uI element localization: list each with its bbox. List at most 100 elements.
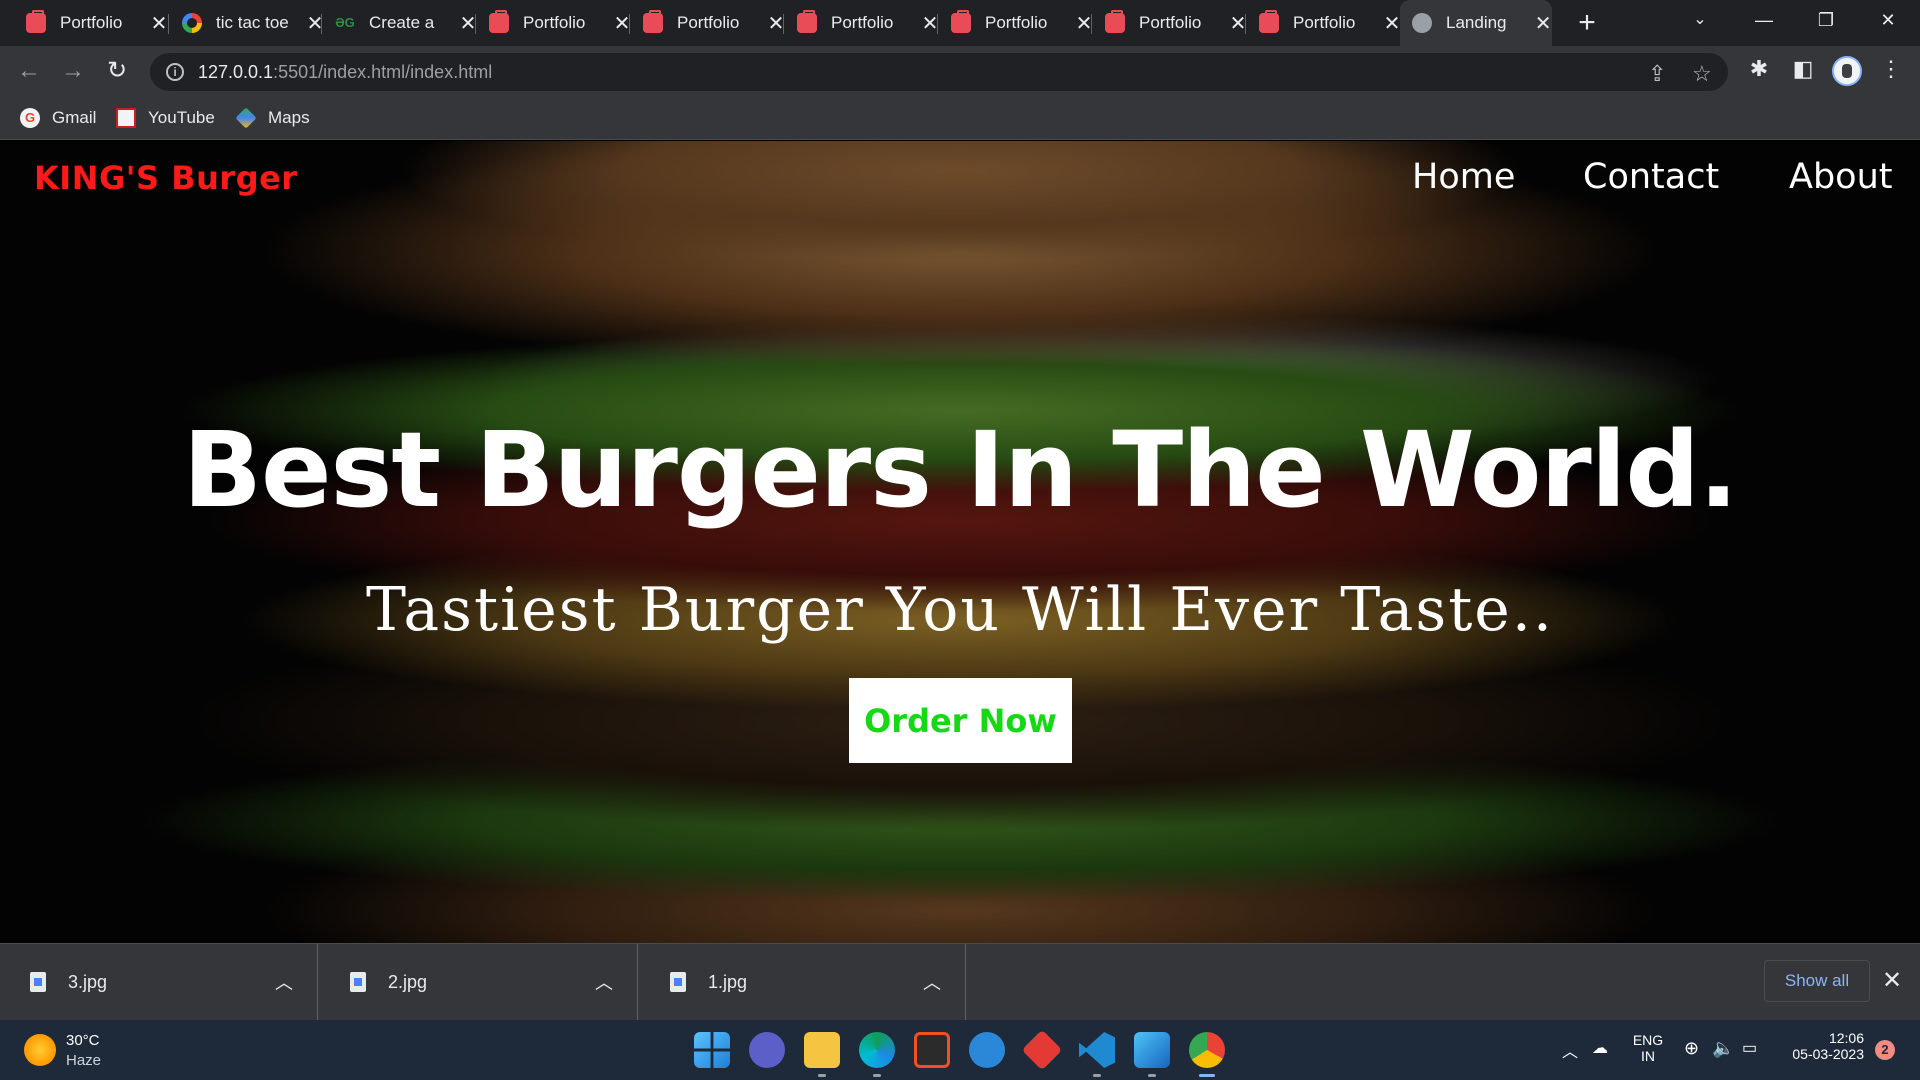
minimize-icon[interactable]: — bbox=[1734, 0, 1794, 40]
nav-about[interactable]: About bbox=[1789, 157, 1892, 197]
battery-icon[interactable]: ▭ bbox=[1742, 1038, 1757, 1058]
tab-create-a[interactable]: ƏG Create a ✕ bbox=[323, 6, 477, 40]
forward-icon[interactable]: → bbox=[58, 56, 88, 86]
nav-home[interactable]: Home bbox=[1412, 157, 1515, 197]
nav-contact[interactable]: Contact bbox=[1583, 157, 1719, 197]
language-code: ENG bbox=[1632, 1032, 1664, 1048]
download-item[interactable]: 1.jpg ︿ bbox=[640, 944, 966, 1020]
info-icon[interactable]: i bbox=[166, 63, 184, 81]
chrome-icon[interactable] bbox=[1189, 1032, 1225, 1068]
url-host: 127.0.0.1 bbox=[198, 61, 274, 82]
profile-avatar[interactable] bbox=[1832, 56, 1862, 86]
bookmark-maps[interactable]: Maps bbox=[235, 106, 310, 130]
menu-icon[interactable]: ⋮ bbox=[1876, 56, 1906, 82]
tab-portfolio-5[interactable]: Portfolio ✕ bbox=[939, 6, 1093, 40]
reload-icon[interactable]: ↻ bbox=[102, 56, 132, 86]
download-item[interactable]: 3.jpg ︿ bbox=[0, 944, 318, 1020]
briefcase-icon bbox=[797, 10, 817, 33]
gfg-icon: ƏG bbox=[335, 15, 355, 30]
tab-separator bbox=[937, 14, 938, 34]
download-filename: 1.jpg bbox=[708, 971, 748, 992]
url-path: :5501/index.html/index.html bbox=[273, 61, 493, 82]
bookmark-star-icon[interactable]: ☆ bbox=[1692, 61, 1712, 87]
chevron-up-icon[interactable]: ︿ bbox=[595, 969, 613, 995]
chevron-up-icon[interactable]: ︿ bbox=[1562, 1038, 1578, 1062]
side-panel-icon[interactable]: ◧ bbox=[1788, 56, 1818, 82]
teams-chat-icon[interactable] bbox=[749, 1032, 785, 1068]
onedrive-icon[interactable]: ☁ bbox=[1592, 1038, 1608, 1058]
file-explorer-icon[interactable] bbox=[804, 1032, 840, 1068]
tab-portfolio-4[interactable]: Portfolio ✕ bbox=[785, 6, 939, 40]
vscode-icon[interactable] bbox=[1079, 1032, 1115, 1068]
close-icon[interactable]: ✕ bbox=[1882, 966, 1902, 995]
microsoft-store-icon[interactable] bbox=[914, 1032, 950, 1068]
maps-icon bbox=[235, 107, 257, 129]
google-icon bbox=[182, 13, 202, 33]
running-indicator bbox=[873, 1074, 881, 1077]
tab-search-icon[interactable]: ⌄ bbox=[1670, 0, 1730, 40]
briefcase-icon bbox=[1105, 10, 1125, 33]
brand-logo[interactable]: KING'S Burger bbox=[34, 159, 298, 197]
download-item[interactable]: 2.jpg ︿ bbox=[320, 944, 638, 1020]
tab-portfolio-7[interactable]: Portfolio ✕ bbox=[1247, 6, 1401, 40]
get-help-icon[interactable] bbox=[969, 1032, 1005, 1068]
bookmark-label: Maps bbox=[268, 108, 310, 127]
tab-label: Portfolio bbox=[985, 13, 1048, 32]
new-tab-button[interactable]: + bbox=[1570, 6, 1604, 40]
browser-tab-strip: Portfolio ✕ tic tac toe ✕ ƏG Create a ✕ … bbox=[0, 0, 1920, 46]
tab-separator bbox=[321, 14, 322, 34]
network-icon[interactable]: ⊕ bbox=[1684, 1038, 1699, 1059]
tab-landing[interactable]: Landing ✕ bbox=[1400, 0, 1552, 46]
globe-icon bbox=[1412, 13, 1432, 33]
volume-icon[interactable]: 🔈 bbox=[1712, 1038, 1734, 1059]
back-icon[interactable]: ← bbox=[14, 56, 44, 86]
hero-subtitle: Tastiest Burger You Will Ever Taste.. bbox=[366, 575, 1554, 645]
weather-temperature[interactable]: 30°C bbox=[66, 1032, 100, 1049]
extensions-icon[interactable]: ✱ bbox=[1744, 56, 1774, 82]
photos-icon[interactable] bbox=[1134, 1032, 1170, 1068]
address-bar[interactable]: i 127.0.0.1:5501/index.html/index.html ⇪… bbox=[150, 53, 1728, 91]
chevron-up-icon[interactable]: ︿ bbox=[275, 969, 293, 995]
notification-badge[interactable]: 2 bbox=[1875, 1040, 1895, 1060]
tab-label: Portfolio bbox=[523, 13, 586, 32]
tab-label: Portfolio bbox=[1139, 13, 1202, 32]
share-icon[interactable]: ⇪ bbox=[1648, 61, 1666, 87]
tab-portfolio-6[interactable]: Portfolio ✕ bbox=[1093, 6, 1247, 40]
order-now-button[interactable]: Order Now bbox=[849, 678, 1072, 763]
tab-tic-tac-toe[interactable]: tic tac toe ✕ bbox=[170, 6, 324, 40]
windows-taskbar: 30°C Haze ︿ ☁ ENG IN ⊕ 🔈 ▭ 12:06 05-03-2… bbox=[0, 1020, 1920, 1080]
clock[interactable]: 12:06 05-03-2023 bbox=[1780, 1030, 1864, 1062]
chevron-up-icon[interactable]: ︿ bbox=[923, 969, 941, 995]
gmail-icon: G bbox=[20, 108, 40, 128]
bookmark-youtube[interactable]: YouTube bbox=[116, 106, 215, 130]
anydesk-icon[interactable] bbox=[1021, 1029, 1063, 1071]
close-icon[interactable]: ✕ bbox=[1534, 11, 1552, 36]
active-indicator bbox=[1199, 1074, 1215, 1077]
tab-portfolio-3[interactable]: Portfolio ✕ bbox=[631, 6, 785, 40]
tab-portfolio-2[interactable]: Portfolio ✕ bbox=[477, 6, 631, 40]
window-close-icon[interactable]: ✕ bbox=[1858, 0, 1918, 40]
tab-separator bbox=[783, 14, 784, 34]
edge-icon[interactable] bbox=[859, 1032, 895, 1068]
clock-date: 05-03-2023 bbox=[1792, 1046, 1864, 1062]
clock-time: 12:06 bbox=[1828, 1030, 1864, 1046]
close-icon[interactable]: ✕ bbox=[1383, 11, 1401, 36]
tab-portfolio-1[interactable]: Portfolio ✕ bbox=[14, 6, 168, 40]
region-code: IN bbox=[1641, 1048, 1655, 1064]
show-all-downloads-button[interactable]: Show all bbox=[1764, 960, 1870, 1002]
briefcase-icon bbox=[489, 10, 509, 33]
tab-label: Landing bbox=[1446, 13, 1507, 32]
hero-background-image bbox=[0, 141, 1920, 943]
bookmark-gmail[interactable]: G Gmail bbox=[20, 106, 96, 130]
weather-icon[interactable] bbox=[24, 1034, 56, 1066]
tab-separator bbox=[1091, 14, 1092, 34]
download-filename: 2.jpg bbox=[388, 971, 428, 992]
start-menu-icon[interactable] bbox=[694, 1032, 730, 1068]
running-indicator bbox=[1093, 1074, 1101, 1077]
tab-separator bbox=[168, 14, 169, 34]
restore-icon[interactable]: ❐ bbox=[1796, 0, 1856, 40]
weather-condition[interactable]: Haze bbox=[66, 1052, 101, 1069]
language-indicator[interactable]: ENG IN bbox=[1630, 1032, 1666, 1064]
landing-page: KING'S Burger Home Contact About Best Bu… bbox=[0, 141, 1920, 943]
close-icon[interactable]: ✕ bbox=[150, 11, 168, 36]
